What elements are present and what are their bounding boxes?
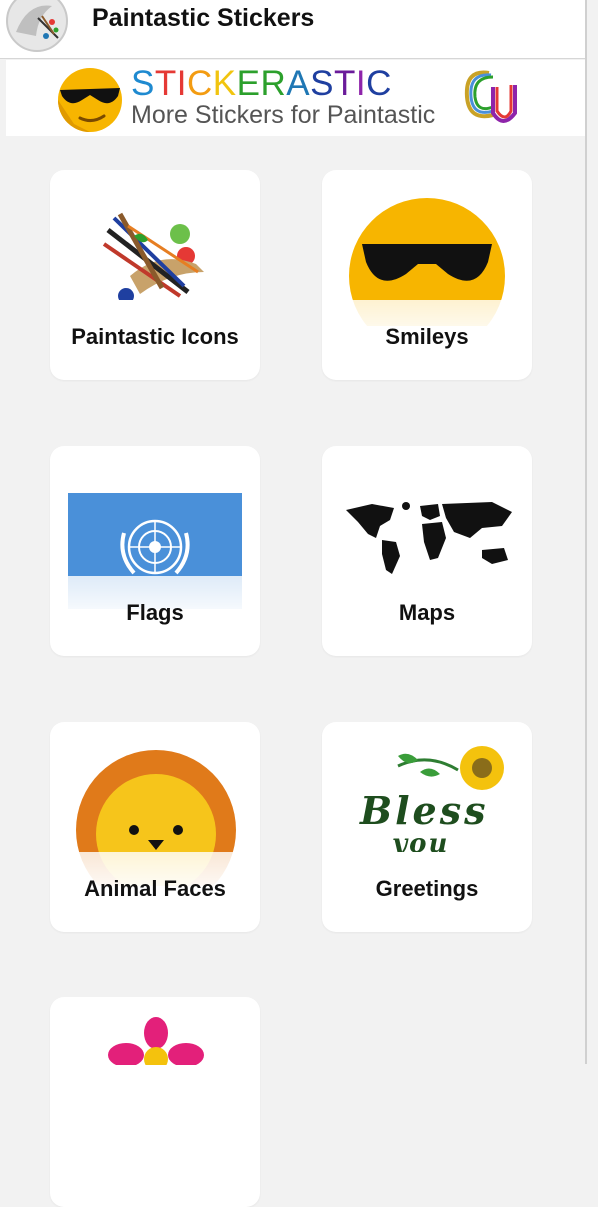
banner-title-letter: E — [236, 64, 261, 103]
banner-title-letter: S — [310, 64, 334, 103]
category-label: Flags — [126, 600, 184, 625]
banner-title-letter: C — [186, 64, 213, 103]
category-flowers[interactable] — [50, 997, 260, 1207]
greeting-line-1: Bless — [359, 788, 489, 833]
pink-flower-icon — [108, 1017, 204, 1065]
window-edge — [585, 0, 587, 1064]
category-label: Greetings — [375, 876, 479, 901]
category-smileys[interactable]: Smileys — [322, 170, 532, 380]
banner-title-letter: T — [333, 64, 356, 103]
category-greetings[interactable]: Bless you Greetings — [322, 722, 532, 932]
category-paintastic-icons[interactable]: Paintastic Icons — [50, 170, 260, 380]
category-flags[interactable]: Flags — [50, 446, 260, 656]
banner-title-letter: I — [176, 64, 187, 103]
category-maps[interactable]: Maps — [322, 446, 532, 656]
greeting-line-2: you — [391, 829, 449, 852]
banner-title-letter: S — [131, 64, 155, 103]
stickerastic-logo-icon — [464, 70, 517, 123]
banner-title-letter: A — [286, 64, 311, 103]
app-title: Paintastic Stickers — [92, 4, 315, 32]
category-label: Maps — [398, 600, 456, 625]
category-label: Paintastic Icons — [71, 324, 239, 349]
banner-title-letter: K — [212, 64, 237, 103]
banner-smiley-icon — [58, 68, 122, 132]
bless-you-sunflower-icon: Bless you — [359, 746, 504, 852]
banner-title: STICKERASTIC — [131, 66, 392, 102]
category-animal-faces[interactable]: Animal Faces — [50, 722, 260, 932]
category-label: Smileys — [385, 324, 469, 349]
banner-title-letter: T — [154, 64, 177, 103]
banner-title-letter: R — [260, 64, 287, 103]
category-label: Animal Faces — [84, 876, 226, 901]
banner-title-letter: C — [366, 64, 392, 103]
banner-subtitle: More Stickers for Paintastic — [131, 101, 436, 129]
paint-brushes-icon — [102, 212, 204, 300]
banner-title-letter: I — [355, 64, 367, 103]
app-header: Paintastic Stickers — [0, 0, 586, 59]
stickerastic-banner[interactable]: STICKERASTIC More Stickers for Paintasti… — [6, 60, 585, 136]
app-logo-icon[interactable] — [6, 0, 68, 52]
world-map-icon — [346, 502, 512, 574]
